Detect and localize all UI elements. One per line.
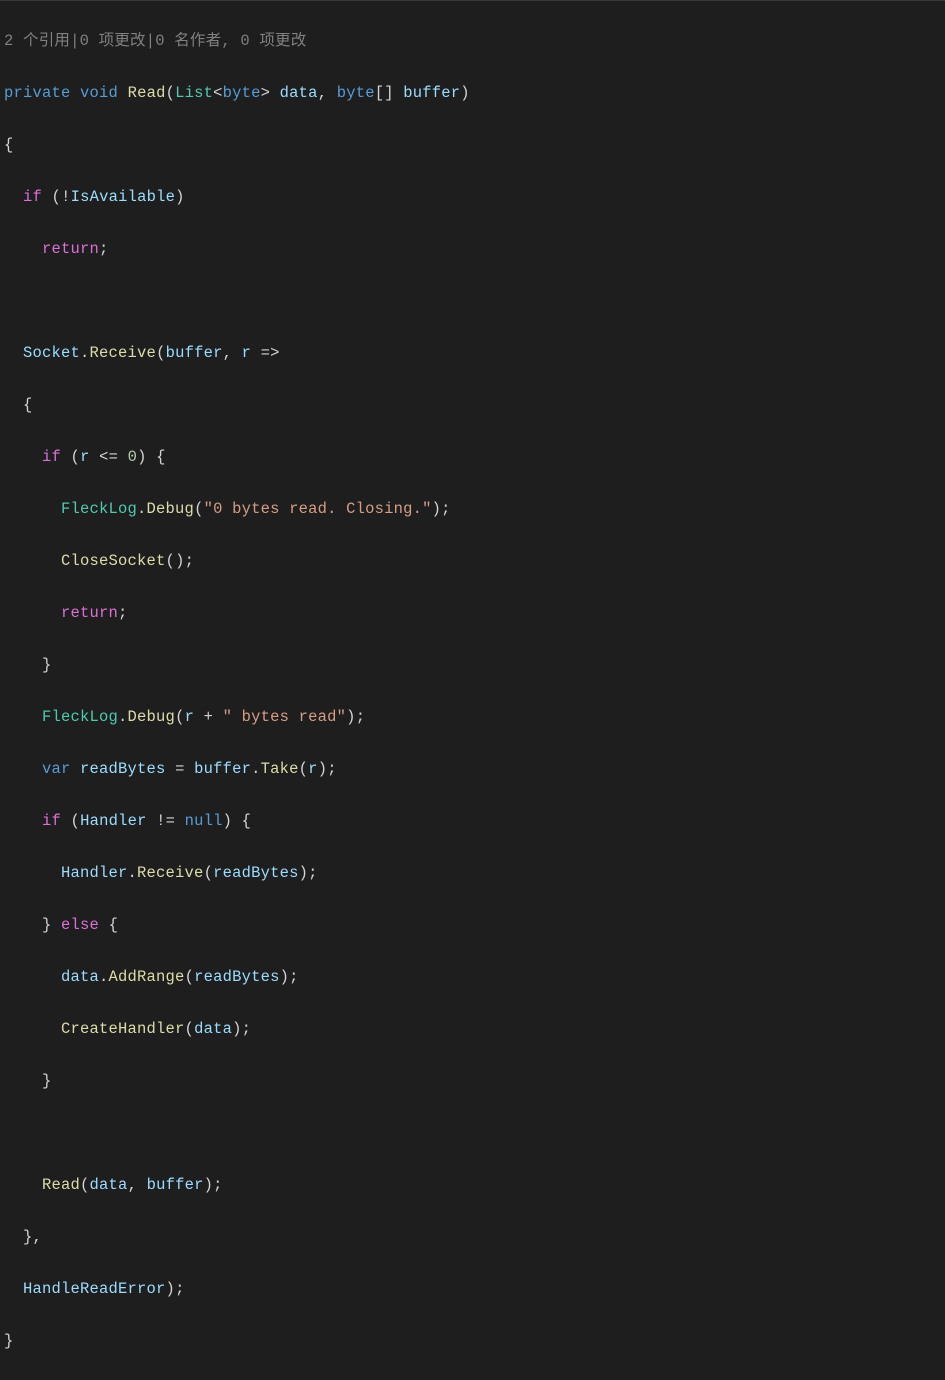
- code-editor[interactable]: 2 个引用|0 项更改|0 名作者, 0 项更改 private void Re…: [0, 0, 945, 1380]
- codelens-line[interactable]: 2 个引用|0 项更改|0 名作者, 0 项更改: [4, 28, 945, 54]
- code-line[interactable]: var readBytes = buffer.Take(r);: [4, 756, 945, 782]
- code-line[interactable]: {: [4, 392, 945, 418]
- code-line[interactable]: Socket.Receive(buffer, r =>: [4, 340, 945, 366]
- code-line[interactable]: Handler.Receive(readBytes);: [4, 860, 945, 886]
- code-line[interactable]: FleckLog.Debug(r + " bytes read");: [4, 704, 945, 730]
- code-line[interactable]: HandleReadError);: [4, 1276, 945, 1302]
- code-line[interactable]: data.AddRange(readBytes);: [4, 964, 945, 990]
- code-line[interactable]: {: [4, 132, 945, 158]
- code-line[interactable]: FleckLog.Debug("0 bytes read. Closing.")…: [4, 496, 945, 522]
- code-line[interactable]: }: [4, 1068, 945, 1094]
- code-line[interactable]: } else {: [4, 912, 945, 938]
- code-line[interactable]: if (Handler != null) {: [4, 808, 945, 834]
- code-line[interactable]: [4, 288, 945, 314]
- code-line[interactable]: }: [4, 652, 945, 678]
- code-line[interactable]: return;: [4, 600, 945, 626]
- code-line[interactable]: return;: [4, 236, 945, 262]
- code-line[interactable]: if (r <= 0) {: [4, 444, 945, 470]
- code-line[interactable]: CloseSocket();: [4, 548, 945, 574]
- code-line[interactable]: }: [4, 1328, 945, 1354]
- code-line[interactable]: if (!IsAvailable): [4, 184, 945, 210]
- code-line[interactable]: private void Read(List<byte> data, byte[…: [4, 80, 945, 106]
- code-line[interactable]: CreateHandler(data);: [4, 1016, 945, 1042]
- code-line[interactable]: [4, 1120, 945, 1146]
- code-line[interactable]: },: [4, 1224, 945, 1250]
- code-line[interactable]: Read(data, buffer);: [4, 1172, 945, 1198]
- codelens-text: 2 个引用|0 项更改|0 名作者, 0 项更改: [4, 32, 306, 50]
